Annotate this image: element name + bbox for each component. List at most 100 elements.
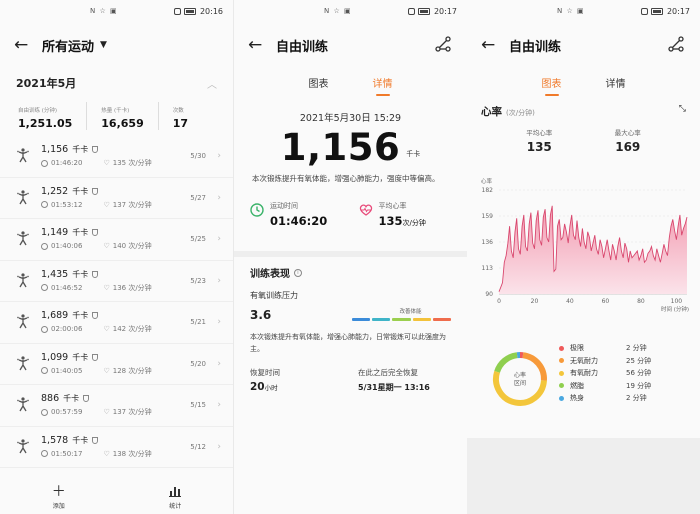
workout-date: 5/15 (190, 401, 206, 410)
heart-icon: ♡ (103, 200, 110, 209)
chevron-right-icon: › (217, 275, 221, 286)
aerobic-scale-segment (412, 318, 431, 321)
workout-meta: 02:00:06 ♡ 142 次/分钟 (41, 324, 152, 334)
heart-icon: ♡ (103, 449, 110, 458)
app-bar: ← 所有运动 ▼ (0, 22, 233, 68)
recovery-row: 恢复时间 20小时 在此之后完全恢复 5/31星期一 13:16 (234, 355, 467, 393)
aerobic-scale-segment (352, 318, 371, 321)
heart-icon: ♡ (103, 325, 110, 334)
workout-row[interactable]: 1,156 千卡 01:46:20 ♡ 135 次/分钟 5/30 › (0, 136, 233, 178)
workout-list: 1,156 千卡 01:46:20 ♡ 135 次/分钟 5/30 › 1,252 千卡 01:5… (0, 136, 233, 468)
month-header[interactable]: 2021年5月 ︿ (0, 68, 233, 92)
heart-icon: ♡ (103, 283, 110, 292)
chevron-right-icon: › (217, 317, 221, 328)
aerobic-value: 3.6 (250, 308, 272, 322)
avg-hr-label: 平均心率 (526, 129, 553, 137)
device-icon (92, 312, 99, 320)
metric-duration: 运动时间 01:46:20 (250, 201, 359, 237)
recovery-label: 恢复时间 (250, 368, 280, 377)
workout-calories: 1,252 千卡 (41, 186, 152, 197)
zone-color-dot (559, 395, 564, 401)
summary-count: 次数 17 (173, 98, 188, 138)
workout-kcal: 1,149 (41, 227, 69, 239)
back-arrow-icon[interactable]: ← (481, 36, 509, 54)
nav-add[interactable]: ＋ 添加 (52, 485, 66, 510)
share-icon[interactable] (435, 36, 451, 52)
tab-details[interactable]: 详情 (373, 75, 393, 96)
device-icon (92, 353, 99, 361)
workout-row[interactable]: 1,252 千卡 01:53:12 ♡ 137 次/分钟 5/27 › (0, 178, 233, 219)
recovery-number: 20 (250, 381, 265, 393)
expand-icon[interactable]: ⤡ (679, 104, 686, 114)
nav-stats-label: 统计 (169, 502, 182, 510)
y-tick-label: 136 (482, 239, 494, 246)
workout-row[interactable]: 1,578 千卡 01:50:17 ♡ 138 次/分钟 5/12 › (0, 427, 233, 468)
full-recovery: 在此之后完全恢复 5/31星期一 13:16 (358, 367, 466, 393)
share-icon[interactable] (668, 36, 684, 52)
metrics-row: 运动时间 01:46:20 平均心率 135次/分钟 (234, 185, 467, 237)
plus-icon: ＋ (51, 483, 66, 500)
chevron-right-icon: › (217, 234, 221, 245)
tab-chart[interactable]: 图表 (542, 75, 562, 96)
bluetooth-icon (407, 7, 415, 15)
zone-duration: 2 分钟 (626, 344, 647, 353)
workout-row[interactable]: 1,689 千卡 02:00:06 ♡ 142 次/分钟 5/21 › (0, 302, 233, 344)
chevron-up-icon[interactable]: ︿ (207, 76, 217, 91)
workout-kcal: 886 (41, 393, 60, 405)
workout-meta: 00:57:59 ♡ 137 次/分钟 (41, 407, 152, 417)
workout-meta: 01:53:12 ♡ 137 次/分钟 (41, 200, 152, 210)
aerobic-scale-segment (372, 318, 391, 321)
clock-icon (41, 284, 48, 292)
heart-rate-stats: 平均心率 135 最大心率 169 (467, 119, 700, 154)
workout-kcal-unit: 千卡 (72, 186, 89, 196)
x-tick-label: 80 (637, 298, 645, 305)
summary-calories-label: 热量 (千卡) (101, 108, 130, 114)
recovery-unit: 小时 (264, 384, 278, 392)
workout-calories: 1,099 千卡 (41, 352, 152, 363)
zone-list: 极限 2 分钟 无氧耐力 25 分钟 有氧耐力 56 分钟 燃脂 19 分钟 热身 2 分钟 (559, 342, 651, 405)
clock-icon (41, 408, 48, 416)
workout-calories: 1,689 千卡 (41, 310, 152, 321)
workout-hr: 140 次/分钟 (112, 242, 152, 251)
zone-name: 无氧耐力 (570, 356, 598, 365)
info-icon[interactable]: i (294, 268, 302, 277)
tab-chart[interactable]: 图表 (309, 75, 329, 94)
page-title: 自由训练 (509, 39, 562, 55)
workout-duration: 00:57:59 (51, 408, 83, 417)
workout-meta: 01:50:17 ♡ 138 次/分钟 (41, 449, 152, 459)
workout-info: 1,435 千卡 01:46:52 ♡ 136 次/分钟 (41, 269, 152, 293)
chevron-right-icon: › (217, 192, 221, 203)
summary-duration-value: 1,251.05 (18, 117, 73, 130)
workout-date: 5/30 (190, 152, 206, 161)
avg-hr-stat: 平均心率 135 (526, 127, 552, 154)
duration-label: 运动时间 (270, 202, 298, 210)
dropdown-caret-icon[interactable]: ▼ (100, 40, 107, 50)
workout-info: 1,252 千卡 01:53:12 ♡ 137 次/分钟 (41, 186, 152, 210)
workout-kcal-unit: 千卡 (63, 394, 80, 404)
workout-hr: 135 次/分钟 (112, 159, 152, 168)
recovery-value: 20小时 (250, 381, 358, 393)
chevron-right-icon: › (217, 151, 221, 162)
workout-kcal: 1,156 (41, 144, 69, 156)
back-arrow-icon[interactable]: ← (14, 36, 42, 54)
workout-kcal-unit: 千卡 (72, 228, 89, 238)
back-arrow-icon[interactable]: ← (248, 36, 276, 54)
nav-stats[interactable]: 统计 (169, 485, 181, 510)
status-icons (640, 7, 663, 15)
workout-row[interactable]: 1,435 千卡 01:46:52 ♡ 136 次/分钟 5/23 › (0, 261, 233, 302)
workout-kcal-unit: 千卡 (72, 435, 89, 445)
heart-rate-chart[interactable]: 心率 90 113 136 159 182 0 20 40 60 80 100时间 (分钟) (467, 176, 700, 320)
workout-kcal-unit: 千卡 (72, 269, 89, 279)
heart-rate-icon (359, 204, 372, 216)
tab-details[interactable]: 详情 (606, 75, 626, 94)
workout-info: 1,099 千卡 01:40:05 ♡ 128 次/分钟 (41, 352, 152, 376)
sport-filter-title[interactable]: 所有运动 (42, 36, 94, 55)
calories-unit: 千卡 (406, 150, 421, 158)
workout-kcal-unit: 千卡 (72, 352, 89, 362)
workout-date: 5/21 (190, 318, 206, 327)
workout-row[interactable]: 1,149 千卡 01:40:06 ♡ 140 次/分钟 5/25 › (0, 219, 233, 261)
summary-calories-value: 16,659 (101, 117, 144, 130)
workout-row[interactable]: 886 千卡 00:57:59 ♡ 137 次/分钟 5/15 › (0, 385, 233, 427)
bar-chart-icon (169, 485, 182, 501)
workout-row[interactable]: 1,099 千卡 01:40:05 ♡ 128 次/分钟 5/20 › (0, 344, 233, 385)
